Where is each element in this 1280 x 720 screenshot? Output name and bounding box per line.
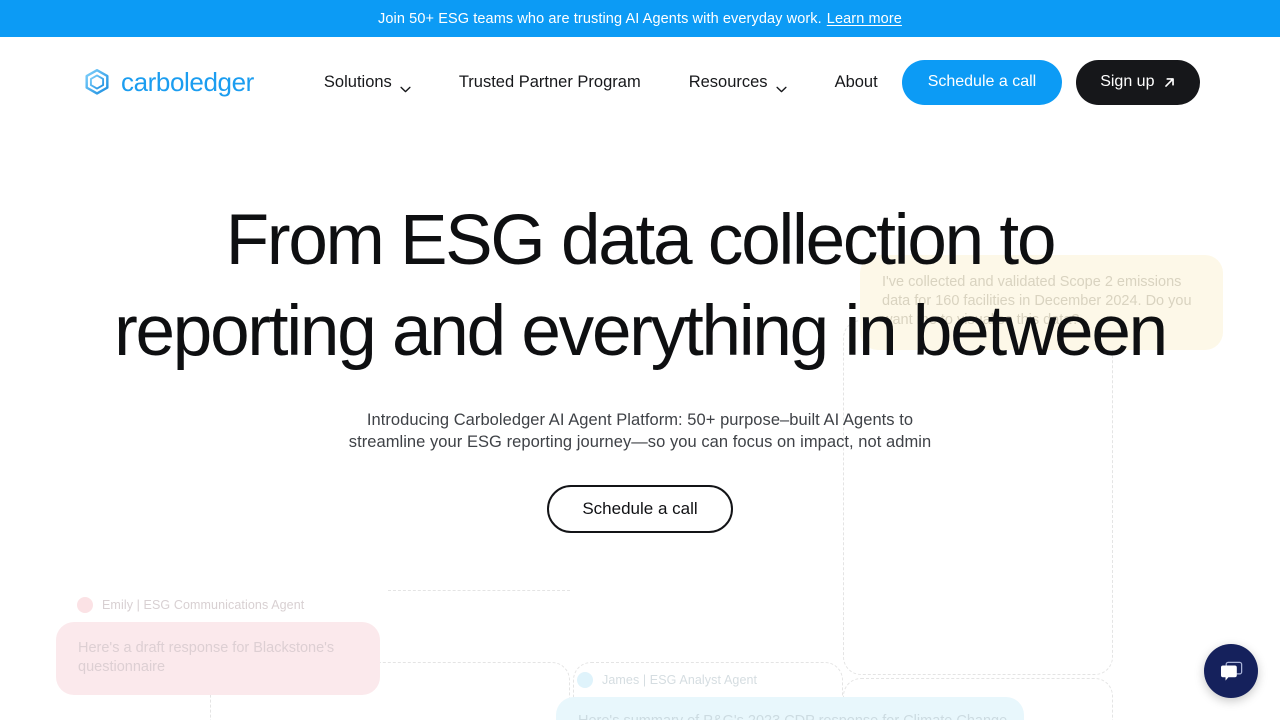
chevron-down-icon <box>400 79 411 92</box>
hero-schedule-a-call-button[interactable]: Schedule a call <box>547 485 733 533</box>
hero-subtitle: Introducing Carboledger AI Agent Platfor… <box>0 409 1280 453</box>
hero-section: From ESG data collection to reporting an… <box>0 127 1280 720</box>
announcement-text: Join 50+ ESG teams who are trusting AI A… <box>378 10 822 27</box>
arrow-up-right-icon <box>1163 76 1176 89</box>
agent-name-label: James | ESG Analyst Agent <box>602 673 758 687</box>
nav-item-trusted-partner-program[interactable]: Trusted Partner Program <box>435 65 665 100</box>
chat-bubbles-icon <box>1218 658 1245 685</box>
hero-subtitle-line-1: Introducing Carboledger AI Agent Platfor… <box>366 411 914 429</box>
nav-item-label: Solutions <box>323 72 392 91</box>
hero-title-line-2: reporting and everything in between <box>114 292 1168 371</box>
nav-item-solutions[interactable]: Solutions <box>300 65 435 100</box>
nav-item-resources[interactable]: Resources <box>665 65 811 100</box>
nav-item-label: Trusted Partner Program <box>458 72 641 91</box>
announcement-bar: Join 50+ ESG teams who are trusting AI A… <box>0 0 1280 37</box>
announcement-learn-more-link[interactable]: Learn more <box>827 11 902 27</box>
hero-content: From ESG data collection to reporting an… <box>0 127 1280 533</box>
header-actions: Schedule a call Sign up <box>901 59 1201 105</box>
avatar <box>77 597 93 613</box>
site-header: carboledger Solutions Trusted Partner Pr… <box>0 37 1280 127</box>
decorative-dashed-line <box>388 590 570 662</box>
hero-subtitle-line-2: streamline your ESG reporting journey—so… <box>348 433 932 451</box>
hero-cta-container: Schedule a call <box>0 485 1280 533</box>
chat-launcher-button[interactable] <box>1204 644 1258 698</box>
agent-header: Emily | ESG Communications Agent <box>56 597 380 613</box>
agent-message-bubble: Here's summary of P&G's 2023 CDP respons… <box>556 697 1024 720</box>
agent-name-label: Emily | ESG Communications Agent <box>102 598 305 612</box>
chevron-down-icon <box>775 79 787 92</box>
brand-logo[interactable]: carboledger <box>82 67 254 98</box>
agent-message-bubble: Here's a draft response for Blackstone's… <box>56 622 380 695</box>
agent-card-james: James | ESG Analyst Agent Here's summary… <box>556 672 1024 720</box>
agent-header: James | ESG Analyst Agent <box>556 672 1024 688</box>
nav-item-label: About <box>834 72 878 91</box>
nav-item-about[interactable]: About <box>811 65 902 100</box>
primary-navigation: Solutions Trusted Partner Program Resour… <box>300 65 902 100</box>
sign-up-label: Sign up <box>1100 73 1155 90</box>
hexagon-logo-icon <box>82 67 112 97</box>
hero-title: From ESG data collection to reporting an… <box>0 205 1280 367</box>
agent-card-emily: Emily | ESG Communications Agent Here's … <box>56 597 380 695</box>
header-schedule-a-call-button[interactable]: Schedule a call <box>901 59 1063 105</box>
nav-item-label: Resources <box>688 72 768 91</box>
avatar <box>577 672 593 688</box>
hero-title-line-1: From ESG data collection to <box>225 201 1057 280</box>
sign-up-button[interactable]: Sign up <box>1076 59 1201 105</box>
brand-name: carboledger <box>121 66 254 97</box>
